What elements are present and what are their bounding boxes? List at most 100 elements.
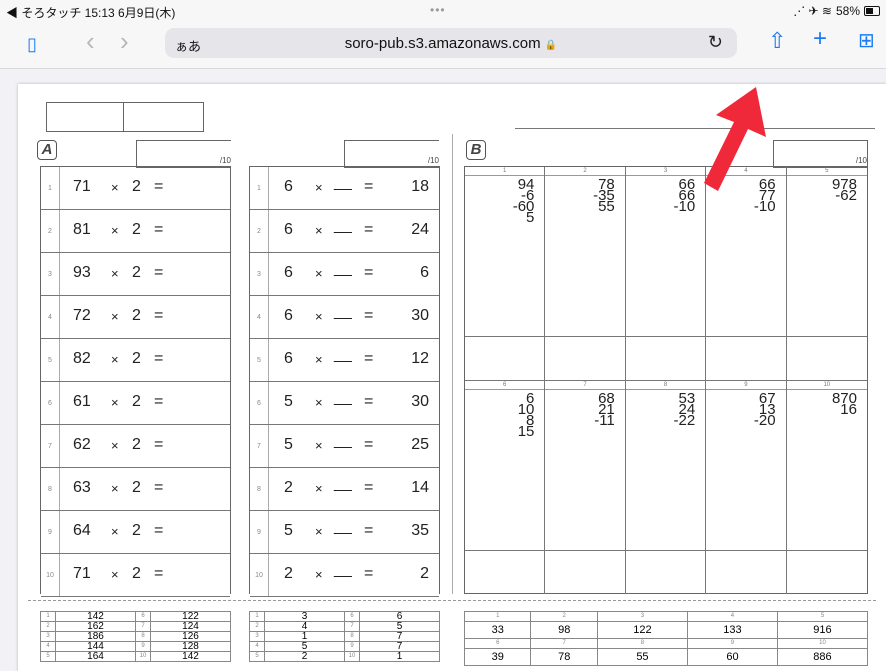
status-bar: ◀ そろタッチ 15:13 6月9日(木) ••• ⋰ ✈ ≋ 58% xyxy=(0,0,886,22)
answer-row: 5 164 10 142 xyxy=(40,651,231,662)
answer-value: 916 xyxy=(776,621,869,639)
problem-values: 68 21 -11 xyxy=(594,391,615,428)
answer-number: 5 xyxy=(40,651,56,662)
question-row: 10 2 × __ = 2 xyxy=(250,554,439,597)
equals-sign: = xyxy=(364,522,374,539)
problem-number: 6 xyxy=(465,381,545,390)
blank-operand: __ xyxy=(334,561,352,578)
answer-value: 6 xyxy=(359,611,440,622)
result-value: 12 xyxy=(411,350,429,367)
answer-separator xyxy=(28,600,876,601)
question-row: 1 6 × __ = 18 xyxy=(250,167,439,210)
answer-area-divider xyxy=(465,336,545,337)
answer-number: 8 xyxy=(135,631,151,642)
question-row: 5 6 × __ = 12 xyxy=(250,339,439,382)
answer-number: 3 xyxy=(249,631,265,642)
operand-a: 71 xyxy=(73,565,91,582)
red-arrow-annotation xyxy=(704,87,766,191)
answer-number: 2 xyxy=(530,611,598,622)
question-row: 6 61 × 2 = xyxy=(41,382,230,425)
blank-operand: __ xyxy=(334,475,352,492)
section-b-label: B xyxy=(466,140,486,160)
problem-number: 10 xyxy=(786,381,867,390)
problem-value: -62 xyxy=(835,187,857,204)
abacus-problem-cell: 10 870 16 xyxy=(786,381,867,594)
answer-value: 126 xyxy=(150,631,231,642)
answer-number: 1 xyxy=(40,611,56,622)
answer-number: 9 xyxy=(344,641,360,652)
answer-row: 1366 xyxy=(249,611,440,622)
browser-toolbar: ▯ ‹ › ぁあ soro-pub.s3.amazonaws.com 🔒 ↻ ⇧… xyxy=(0,22,886,69)
question-row: 3 6 × __ = 6 xyxy=(250,253,439,296)
question-number: 10 xyxy=(41,554,60,596)
problem-number: 8 xyxy=(625,381,706,390)
answer-number: 1 xyxy=(249,611,265,622)
blank-operand: __ xyxy=(334,346,352,363)
problem-number: 2 xyxy=(545,167,625,176)
answer-number: 2 xyxy=(249,621,265,632)
multiply-sign: × xyxy=(315,223,323,238)
answer-value: 55 xyxy=(596,648,688,666)
score-denominator: /10 xyxy=(855,156,867,165)
operand-b: 2 xyxy=(132,307,141,324)
answer-value: 142 xyxy=(55,611,136,622)
answer-value: 60 xyxy=(686,648,778,666)
address-bar[interactable]: ぁあ soro-pub.s3.amazonaws.com 🔒 ↻ xyxy=(165,28,737,58)
answer-row: 3 186 8 126 xyxy=(40,631,231,642)
problem-values: 67 13 -20 xyxy=(754,391,776,428)
blank-operand: __ xyxy=(334,432,352,449)
answer-row: 2 162 7 124 xyxy=(40,621,231,632)
back-icon[interactable]: ‹ xyxy=(86,28,95,54)
problem-values: 78 -35 55 xyxy=(593,177,615,214)
operand-a: 2 xyxy=(284,479,293,496)
operand-a: 62 xyxy=(73,436,91,453)
problem-number: 1 xyxy=(465,167,545,176)
score-denominator: /10 xyxy=(219,156,231,165)
answer-value: 133 xyxy=(686,621,778,639)
question-row: 2 81 × 2 = xyxy=(41,210,230,253)
problem-number: 9 xyxy=(706,381,786,390)
operand-b: 2 xyxy=(132,264,141,281)
share-icon[interactable]: ⇧ xyxy=(768,30,786,52)
answer-row: 4 144 9 128 xyxy=(40,641,231,652)
operand-b: 2 xyxy=(132,522,141,539)
operand-b: 2 xyxy=(132,479,141,496)
abacus-problem-cell: 9 67 13 -20 xyxy=(706,381,787,594)
answer-number: 10 xyxy=(344,651,360,662)
operand-b: 2 xyxy=(132,350,141,367)
sidebar-icon[interactable]: ▯ xyxy=(27,34,37,54)
multiply-sign: × xyxy=(111,352,119,367)
status-left[interactable]: ◀ そろタッチ 15:13 6月9日(木) xyxy=(6,4,175,21)
question-number: 10 xyxy=(250,554,269,596)
answer-value: 39 xyxy=(463,648,532,666)
question-row: 3 93 × 2 = xyxy=(41,253,230,296)
operand-a: 2 xyxy=(284,565,293,582)
answer-number: 8 xyxy=(344,631,360,642)
tabs-overview-icon[interactable]: ⊞ xyxy=(858,31,875,51)
operand-b: 2 xyxy=(132,221,141,238)
equals-sign: = xyxy=(154,264,164,281)
operand-a: 93 xyxy=(73,264,91,281)
abacus-problem-cell: 6 6 10 8 15 xyxy=(465,381,546,594)
equals-sign: = xyxy=(154,522,164,539)
reload-icon[interactable]: ↻ xyxy=(708,32,723,53)
blank-operand: __ xyxy=(334,217,352,234)
answer-number: 2 xyxy=(40,621,56,632)
answer-number: 9 xyxy=(135,641,151,652)
problem-values: 870 16 xyxy=(832,391,857,417)
equals-sign: = xyxy=(364,264,374,281)
answer-value: 1 xyxy=(359,651,440,662)
multitask-dots[interactable]: ••• xyxy=(430,3,446,17)
forward-icon[interactable]: › xyxy=(120,28,129,54)
operand-a: 81 xyxy=(73,221,91,238)
answer-number: 7 xyxy=(135,621,151,632)
problem-value: 15 xyxy=(517,423,535,440)
new-tab-icon[interactable]: + xyxy=(813,27,827,51)
operand-a: 5 xyxy=(284,436,293,453)
name-box-2 xyxy=(123,102,204,132)
status-right: ⋰ ✈ ≋ 58% xyxy=(793,4,880,18)
blank-operand: __ xyxy=(334,518,352,535)
problem-number: 3 xyxy=(625,167,706,176)
question-number: 8 xyxy=(41,468,60,510)
url-text[interactable]: soro-pub.s3.amazonaws.com 🔒 xyxy=(165,35,737,52)
